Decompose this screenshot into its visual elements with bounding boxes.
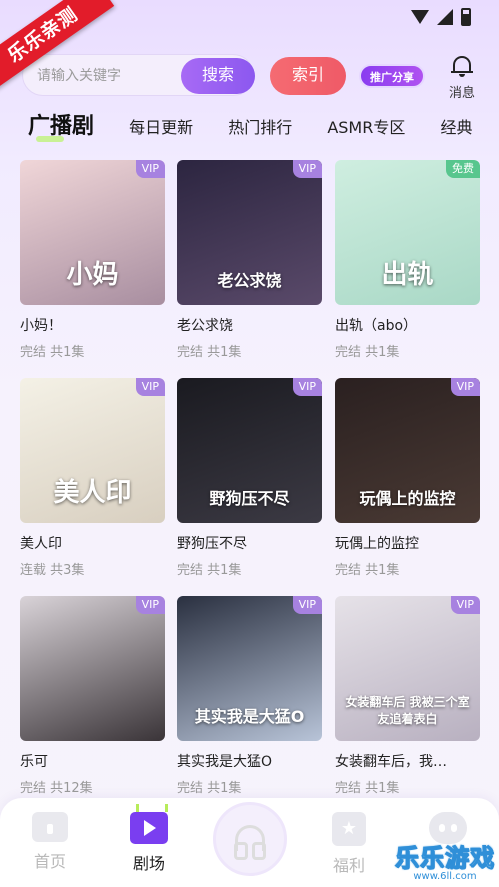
nav-welfare-label: 福利 — [332, 856, 365, 875]
headphone-icon — [234, 825, 266, 860]
drama-cover[interactable]: VIP 女装翻车后 我被三个室友追着表白 — [335, 596, 480, 741]
drama-card[interactable]: VIP 其实我是大猛O 其实我是大猛O 完结 共1集 — [177, 596, 322, 796]
drama-card[interactable]: VIP 美人印 美人印 连载 共3集 — [20, 378, 165, 578]
bell-icon — [451, 54, 473, 77]
battery-icon — [461, 8, 471, 26]
drama-title[interactable]: 野狗压不尽 — [177, 533, 322, 553]
nav-welfare[interactable]: ★ 福利 — [319, 812, 379, 876]
drama-card[interactable]: VIP 女装翻车后 我被三个室友追着表白女装翻车后，我… 完结 共1集 — [335, 596, 480, 796]
drama-card[interactable]: VIP 老公求饶 老公求饶 完结 共1集 — [177, 160, 322, 360]
cover-title-art: 小妈 — [66, 260, 119, 290]
drama-title[interactable]: 乐可 — [20, 751, 165, 771]
drama-cover[interactable]: VIP — [20, 596, 165, 741]
watermark-main: 乐乐游戏 — [395, 844, 495, 873]
vip-badge: VIP — [292, 378, 322, 396]
vip-badge: VIP — [135, 160, 165, 178]
drama-title[interactable]: 出轨（abo） — [335, 315, 480, 335]
drama-status: 连载 共3集 — [20, 563, 85, 578]
search-box: 搜索 — [22, 54, 255, 96]
vip-badge: VIP — [450, 378, 480, 396]
drama-status: 完结 共1集 — [20, 345, 85, 360]
drama-title[interactable]: 女装翻车后，我… — [335, 751, 480, 771]
tab-asmr[interactable]: ASMR专区 — [327, 114, 405, 138]
category-tabs: 广播剧 每日更新 热门排行 ASMR专区 经典 — [28, 108, 499, 144]
theater-icon — [130, 812, 168, 844]
vip-badge: VIP — [292, 160, 322, 178]
wifi-icon — [411, 10, 429, 24]
search-row: 搜索 索引 推广分享 消息 — [22, 54, 492, 102]
search-button[interactable]: 搜索 — [181, 58, 255, 94]
cover-title-art: 女装翻车后 我被三个室友追着表白 — [345, 695, 470, 726]
message-button[interactable]: 消息 — [440, 54, 484, 102]
drama-status: 完结 共1集 — [335, 563, 400, 578]
drama-cover[interactable]: VIP 其实我是大猛O — [177, 596, 322, 741]
tab-daily-update[interactable]: 每日更新 — [129, 114, 193, 138]
drama-status: 完结 共1集 — [335, 781, 400, 796]
vip-badge: VIP — [292, 596, 322, 614]
cover-title-art: 其实我是大猛O — [194, 707, 305, 726]
watermark-logo: 乐乐游戏 www.6ll.com — [395, 838, 495, 884]
drama-card[interactable]: VIP 野狗压不尽 野狗压不尽 完结 共1集 — [177, 378, 322, 578]
vip-badge: VIP — [135, 596, 165, 614]
drama-title[interactable]: 老公求饶 — [177, 315, 322, 335]
nav-home-label: 首页 — [33, 852, 66, 871]
drama-title[interactable]: 美人印 — [20, 533, 165, 553]
drama-status: 完结 共1集 — [335, 345, 400, 360]
drama-status: 完结 共12集 — [20, 781, 93, 796]
cover-title-art: 出轨 — [381, 260, 434, 290]
drama-title[interactable]: 其实我是大猛O — [177, 751, 322, 771]
vip-badge: VIP — [450, 596, 480, 614]
tab-hot-ranking[interactable]: 热门排行 — [228, 114, 292, 138]
drama-cover[interactable]: 免费出轨 — [335, 160, 480, 305]
drama-card[interactable]: VIP 玩偶上的监控 玩偶上的监控 完结 共1集 — [335, 378, 480, 578]
cover-title-art: 老公求饶 — [217, 271, 282, 290]
message-label: 消息 — [448, 86, 475, 101]
drama-status: 完结 共1集 — [177, 345, 242, 360]
drama-card[interactable]: VIP 乐可完结 共12集 — [20, 596, 165, 796]
tab-radio-drama[interactable]: 广播剧 — [28, 108, 94, 142]
drama-status: 完结 共1集 — [177, 781, 242, 796]
free-badge: 免费 — [446, 160, 480, 178]
drama-cover[interactable]: VIP 玩偶上的监控 — [335, 378, 480, 523]
player-button[interactable] — [213, 802, 287, 876]
drama-card[interactable]: 免费出轨出轨（abo） 完结 共1集 — [335, 160, 480, 360]
cover-title-art: 野狗压不尽 — [209, 489, 290, 508]
drama-card[interactable]: VIP 小妈小妈！ 完结 共1集 — [20, 160, 165, 360]
drama-cover[interactable]: VIP 老公求饶 — [177, 160, 322, 305]
index-button[interactable]: 索引 — [270, 57, 346, 95]
nav-theater[interactable]: 剧场 — [119, 812, 179, 874]
vip-badge: VIP — [135, 378, 165, 396]
tab-classic[interactable]: 经典 — [440, 114, 472, 138]
signal-icon — [437, 9, 453, 25]
cover-title-art: 美人印 — [53, 478, 132, 508]
home-icon — [32, 812, 68, 842]
drama-cover[interactable]: VIP 野狗压不尽 — [177, 378, 322, 523]
drama-status: 完结 共1集 — [177, 563, 242, 578]
promo-share-button[interactable]: 推广分享 — [359, 64, 425, 88]
drama-title[interactable]: 玩偶上的监控 — [335, 533, 480, 553]
nav-home[interactable]: 首页 — [20, 812, 80, 872]
star-gift-icon: ★ — [332, 812, 366, 846]
nav-theater-label: 剧场 — [132, 854, 165, 873]
search-input[interactable] — [37, 64, 177, 88]
drama-cover[interactable]: VIP 小妈 — [20, 160, 165, 305]
cover-title-art: 玩偶上的监控 — [359, 489, 456, 508]
status-icons — [411, 8, 471, 26]
drama-title[interactable]: 小妈！ — [20, 315, 165, 335]
drama-cover[interactable]: VIP 美人印 — [20, 378, 165, 523]
